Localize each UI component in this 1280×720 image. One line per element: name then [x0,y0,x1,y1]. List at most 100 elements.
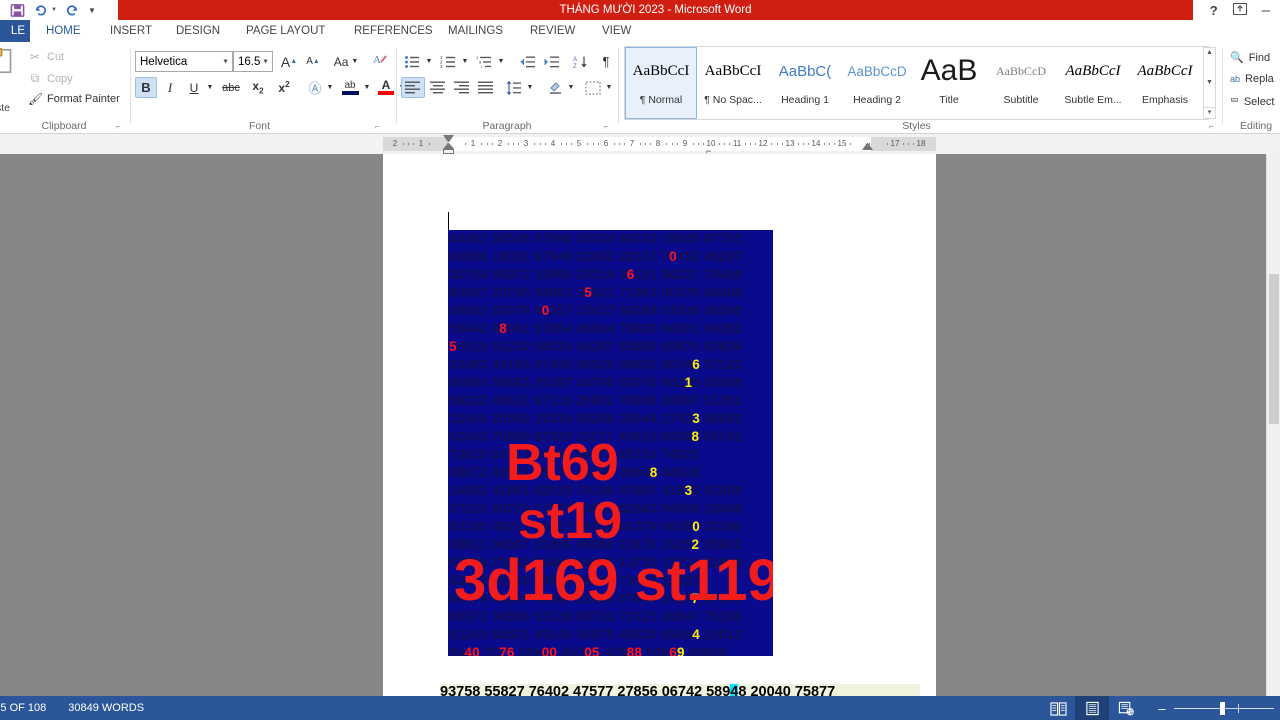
styles-scroll-down-icon[interactable]: ▼ [1206,78,1213,88]
undo-icon[interactable] [33,3,48,18]
tab-page-layout[interactable]: PAGE LAYOUT [240,20,331,42]
right-indent-marker[interactable] [862,143,873,150]
bold-button[interactable]: B [135,77,157,98]
customize-qat-icon[interactable]: ▼ [88,6,96,15]
ruler-number: 9 [683,137,687,151]
change-case-button[interactable]: Aa▼ [330,51,362,72]
redo-icon[interactable] [65,3,80,18]
multilevel-list-button[interactable]: 1ai [473,51,495,72]
zoom-slider[interactable] [1174,701,1274,715]
tab-insert[interactable]: INSERT [104,20,158,42]
tab-file[interactable]: LE [0,20,30,42]
line-spacing-dropdown[interactable]: ▼ [524,77,536,98]
ruler-tick [492,143,493,145]
vertical-scrollbar[interactable] [1266,154,1280,696]
shading-button[interactable] [544,77,566,98]
chevron-down-icon[interactable]: ▼ [262,58,269,65]
italic-button[interactable]: I [159,77,181,98]
word-count[interactable]: 30849 WORDS [68,702,144,714]
numbering-dropdown[interactable]: ▼ [459,51,471,72]
bullets-dropdown[interactable]: ▼ [423,51,435,72]
text-effects-button[interactable]: Ⓐ [304,77,326,98]
style-heading-2[interactable]: AaBbCcD Heading 2 [841,47,913,119]
text-effects-dropdown[interactable]: ▼ [324,77,336,98]
page-indicator[interactable]: E 5 OF 108 [0,702,46,714]
styles-dialog-launcher[interactable]: ⌐ [1209,122,1218,131]
style-heading-1[interactable]: AaBbC( Heading 1 [769,47,841,119]
align-right-button[interactable] [450,77,474,98]
borders-button[interactable] [582,77,604,98]
clear-formatting-button[interactable]: A [368,51,392,72]
style-normal[interactable]: AaBbCcI ¶ Normal [625,47,697,119]
ruler-tick [887,143,888,145]
bullets-button[interactable] [401,51,423,72]
undo-dropdown-icon[interactable]: ▼ [51,7,57,13]
style-preview: AaBbCcI [1130,48,1200,94]
increase-indent-button[interactable] [539,51,563,72]
clipboard-dialog-launcher[interactable]: ⌐ [116,122,125,131]
restore-window-icon[interactable] [1232,2,1248,19]
print-layout-icon[interactable] [1075,696,1109,720]
help-icon[interactable]: ? [1210,3,1218,18]
subscript-button[interactable]: x2 [246,77,270,98]
style-emphasis[interactable]: AaBbCcI Emphasis [1129,47,1201,119]
styles-more-icon[interactable]: ▾ [1204,107,1215,118]
zoom-slider-thumb[interactable] [1220,702,1225,715]
style-no-spacing[interactable]: AaBbCcI ¶ No Spac... [697,47,769,119]
borders-dropdown[interactable]: ▼ [603,77,615,98]
tab-view[interactable]: VIEW [596,20,637,42]
justify-button[interactable] [474,77,498,98]
highlight-color-button[interactable]: ab [338,75,362,99]
shrink-font-button[interactable]: A▲ [302,51,324,72]
style-title[interactable]: AaB Title [913,47,985,119]
tab-references[interactable]: REFERENCES [348,20,439,42]
find-button[interactable]: 🔍 Find [1230,51,1270,64]
tab-review[interactable]: REVIEW [524,20,581,42]
underline-button[interactable]: U [183,77,205,98]
shading-dropdown[interactable]: ▼ [565,77,577,98]
replace-button[interactable]: ab Repla [1230,73,1274,85]
copy-button[interactable]: ⧉ Copy [28,71,73,86]
strikethrough-button[interactable]: abc [218,77,244,98]
ruler[interactable]: 211234567891011121314151718 ⌐ [0,134,1280,154]
style-subtle-emphasis[interactable]: AaBbCcI Subtle Em... [1057,47,1129,119]
first-line-indent-marker[interactable] [443,135,454,142]
ruler-number: 17 [891,137,900,151]
font-size-input[interactable]: 16.5 ▼ [233,51,273,72]
minimize-icon[interactable]: – [1262,2,1270,19]
underline-dropdown[interactable]: ▼ [204,77,216,98]
styles-gallery-scroll[interactable]: ▲ ▼ ▾ [1203,47,1216,119]
save-icon[interactable] [10,3,25,18]
zoom-out-button[interactable]: – [1157,701,1167,716]
select-button[interactable]: ⮹ Select [1230,95,1274,108]
format-painter-button[interactable]: 🖌 Format Painter [28,92,120,106]
numbering-button[interactable]: 123 [437,51,459,72]
tab-home[interactable]: HOME [40,20,87,42]
font-color-button[interactable]: A [375,75,397,99]
cut-button[interactable]: ✂ Cut [28,50,64,64]
web-layout-icon[interactable] [1109,696,1143,720]
number-grid-image[interactable]: 44481 58546 97996 63134 84102 19949 6775… [448,230,773,656]
font-dialog-launcher[interactable]: ⌐ [375,122,384,131]
chevron-down-icon[interactable]: ▼ [222,58,229,65]
scrollbar-thumb[interactable] [1269,274,1279,424]
tab-design[interactable]: DESIGN [170,20,226,42]
font-name-input[interactable]: Helvetica ▼ [135,51,233,72]
paste-button[interactable]: ste [0,46,28,114]
superscript-button[interactable]: x2 [272,77,296,98]
document-page[interactable]: 44481 58546 97996 63134 84102 19949 6775… [383,154,936,696]
align-left-button[interactable] [401,77,425,98]
show-formatting-marks-button[interactable]: ¶ [596,51,616,72]
decrease-indent-button[interactable] [515,51,539,72]
align-center-button[interactable] [426,77,450,98]
grow-font-button[interactable]: A▲ [278,51,300,72]
style-subtitle[interactable]: AaBbCcD Subtitle [985,47,1057,119]
line-spacing-button[interactable] [503,77,525,98]
read-mode-icon[interactable] [1041,696,1075,720]
highlight-dropdown[interactable]: ▼ [361,77,373,98]
tab-mailings[interactable]: MAILINGS [442,20,509,42]
paragraph-dialog-launcher[interactable]: ⌐ [604,122,613,131]
multilevel-dropdown[interactable]: ▼ [495,51,507,72]
sort-button[interactable]: AZ [568,51,592,72]
styles-scroll-up-icon[interactable]: ▲ [1206,48,1213,58]
